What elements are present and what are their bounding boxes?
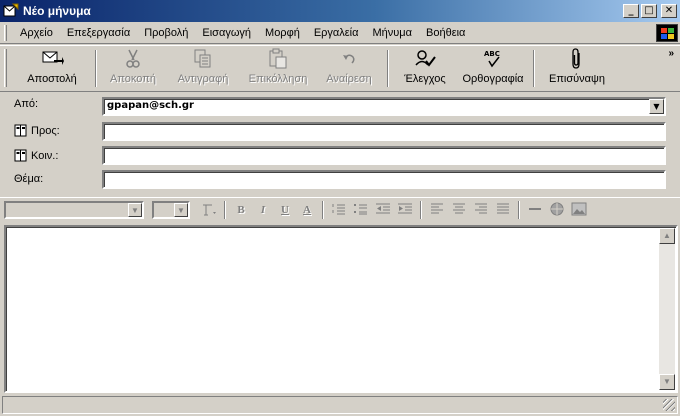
cc-label-row[interactable]: Κοιν.: (14, 149, 58, 162)
italic-button[interactable]: I (254, 201, 272, 219)
format-separator (224, 201, 226, 219)
menu-format[interactable]: Μορφή (258, 27, 307, 39)
minimize-button[interactable]: _ (623, 4, 639, 18)
font-size-chevron-down-icon[interactable]: ▼ (174, 203, 188, 217)
scissors-icon (120, 48, 146, 70)
spelling-label: Ορθογραφία (462, 73, 524, 85)
menu-edit[interactable]: Επεξεργασία (60, 27, 137, 39)
subject-label: Θέμα: (14, 173, 44, 185)
title-bar[interactable]: Νέο μήνυμα _ □ ✕ (0, 0, 680, 22)
format-separator (420, 201, 422, 219)
cc-label: Κοιν.: (31, 149, 59, 162)
from-label: Από: (14, 98, 39, 110)
undo-button[interactable]: Αναίρεση (315, 46, 383, 91)
menu-view[interactable]: Προβολή (137, 27, 195, 39)
paste-label: Επικόλληση (248, 73, 308, 85)
undo-icon (336, 48, 362, 70)
horizontal-line-icon[interactable] (526, 201, 544, 219)
cut-button[interactable]: Αποκοπή (101, 46, 165, 91)
to-input[interactable] (102, 122, 666, 141)
menu-help[interactable]: Βοήθεια (419, 27, 472, 39)
vertical-scrollbar[interactable]: ▲ ▼ (659, 228, 675, 390)
toolbar-separator (95, 50, 97, 87)
menu-message[interactable]: Μήνυμα (366, 27, 420, 39)
send-label: Αποστολή (27, 73, 77, 85)
underline-button[interactable]: U (276, 201, 294, 219)
format-separator (322, 201, 324, 219)
font-name-chevron-down-icon[interactable]: ▼ (128, 203, 142, 217)
copy-icon (190, 48, 216, 70)
font-name-combobox[interactable]: ▼ (4, 201, 144, 219)
font-color-button[interactable]: A (298, 201, 316, 219)
to-label-row[interactable]: Προς: (14, 124, 60, 137)
check-names-button[interactable]: Έλεγχος (393, 46, 457, 91)
cut-label: Αποκοπή (110, 73, 156, 85)
toolbar-more-chevron-icon[interactable]: » (668, 48, 674, 59)
format-separator (518, 201, 520, 219)
check-names-label: Έλεγχος (404, 73, 446, 85)
align-right-icon[interactable] (472, 201, 490, 219)
from-label-row: Από: (14, 98, 38, 110)
address-book-icon[interactable] (14, 124, 28, 137)
copy-label: Αντιγραφή (177, 73, 229, 85)
menu-bar: Αρχείο Επεξεργασία Προβολή Εισαγωγή Μορφ… (0, 22, 680, 44)
subject-label-row: Θέμα: (14, 173, 43, 185)
svg-text:ABC: ABC (484, 50, 500, 58)
status-bar (2, 396, 678, 414)
window-title: Νέο μήνυμα (23, 4, 91, 18)
scroll-up-icon[interactable]: ▲ (659, 228, 675, 244)
paragraph-style-icon[interactable] (200, 201, 218, 219)
send-button[interactable]: Αποστολή (13, 46, 91, 91)
bullet-list-icon[interactable] (352, 201, 370, 219)
send-mail-icon (39, 48, 65, 70)
increase-indent-icon[interactable] (396, 201, 414, 219)
windows-logo-icon (656, 24, 678, 42)
menubar-grip[interactable] (4, 24, 7, 41)
bold-button[interactable]: B (232, 201, 250, 219)
font-size-combobox[interactable]: ▼ (152, 201, 190, 219)
new-message-window: Νέο μήνυμα _ □ ✕ Αρχείο Επεξεργασία Προβ… (0, 0, 680, 416)
message-body-editor[interactable]: ▲ ▼ (4, 225, 678, 393)
paste-icon (265, 48, 291, 70)
justify-icon[interactable] (494, 201, 512, 219)
toolbar-separator (533, 50, 535, 87)
subject-input[interactable] (102, 170, 666, 189)
align-center-icon[interactable] (450, 201, 468, 219)
insert-hyperlink-globe-icon[interactable] (548, 201, 566, 219)
from-value: gpapan@sch.gr (107, 100, 194, 111)
decrease-indent-icon[interactable] (374, 201, 392, 219)
from-combobox[interactable]: gpapan@sch.gr ▼ (102, 97, 666, 116)
copy-button[interactable]: Αντιγραφή (165, 46, 241, 91)
menu-file[interactable]: Αρχείο (13, 27, 60, 39)
attach-button[interactable]: Επισύναψη (539, 46, 615, 91)
from-dropdown-chevron-down-icon[interactable]: ▼ (649, 99, 664, 114)
menu-insert[interactable]: Εισαγωγή (195, 27, 258, 39)
paperclip-icon (564, 48, 590, 70)
address-book-icon[interactable] (14, 149, 28, 162)
maximize-button[interactable]: □ (641, 4, 657, 18)
spelling-icon: ABC (480, 48, 506, 70)
main-toolbar: Αποστολή Αποκοπή Αντιγραφή Επικόλληση Αν… (0, 45, 680, 92)
toolbar-grip[interactable] (4, 49, 7, 87)
check-names-icon (412, 48, 438, 70)
resize-grip-icon[interactable] (663, 399, 675, 411)
scroll-down-icon[interactable]: ▼ (659, 374, 675, 390)
insert-picture-icon[interactable] (570, 201, 588, 219)
paste-button[interactable]: Επικόλληση (241, 46, 315, 91)
align-left-icon[interactable] (428, 201, 446, 219)
undo-label: Αναίρεση (326, 73, 372, 85)
to-label: Προς: (31, 124, 60, 137)
cc-input[interactable] (102, 146, 666, 165)
numbered-list-icon[interactable] (330, 201, 348, 219)
menu-tools[interactable]: Εργαλεία (307, 27, 366, 39)
new-message-app-icon (3, 3, 19, 19)
toolbar-separator (387, 50, 389, 87)
formatting-toolbar: ▼ ▼ B I U A (0, 197, 680, 222)
spelling-button[interactable]: ABC Ορθογραφία (457, 46, 529, 91)
attach-label: Επισύναψη (549, 73, 605, 85)
close-button[interactable]: ✕ (661, 4, 677, 18)
